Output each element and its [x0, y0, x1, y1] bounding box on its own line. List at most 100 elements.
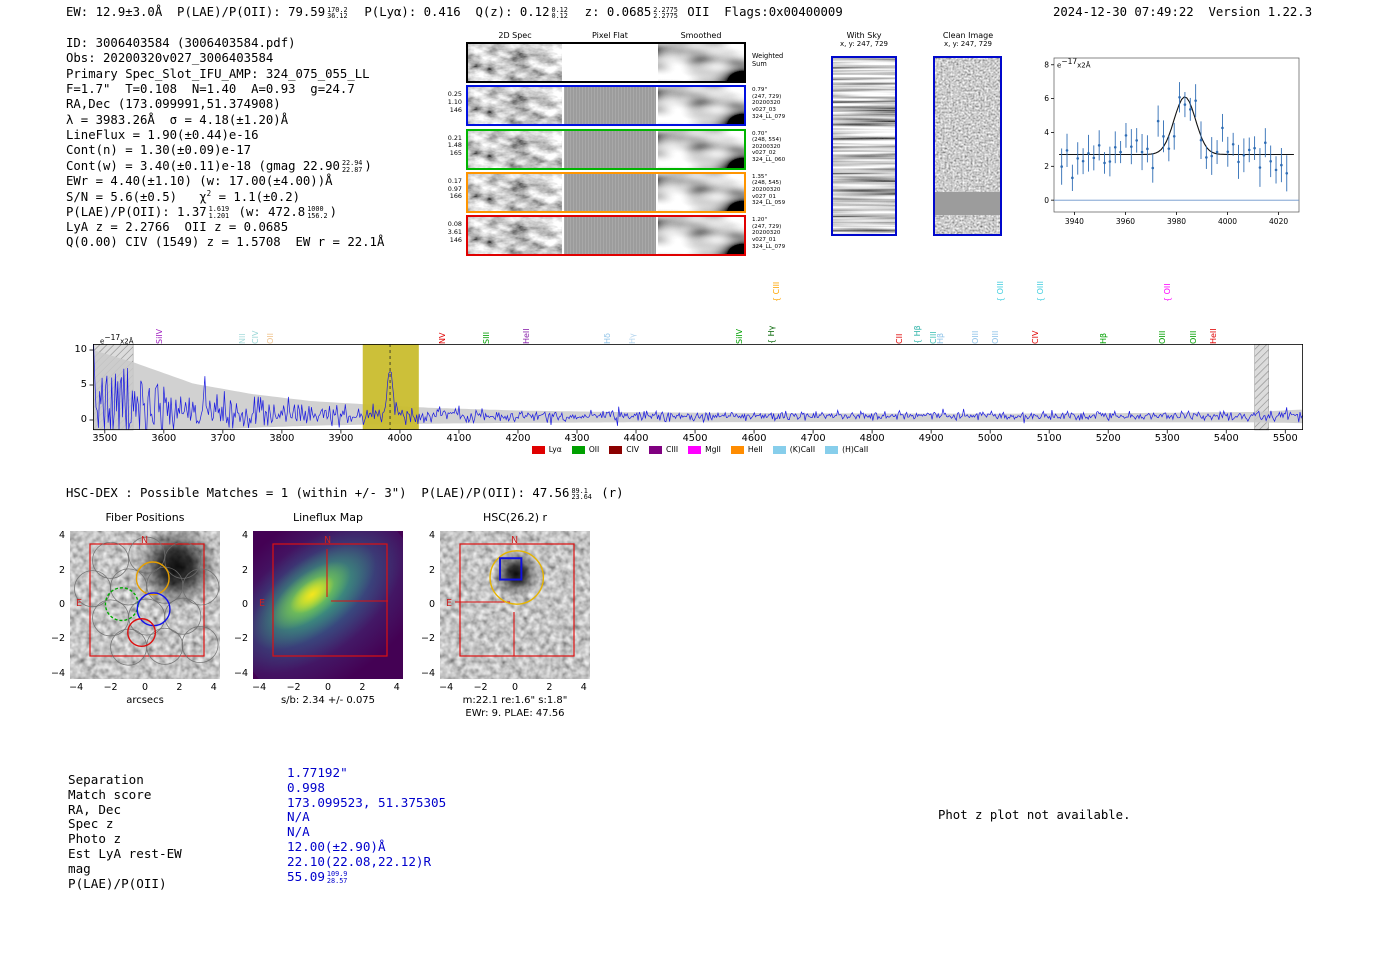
y-tick-label: 8 — [1044, 60, 1049, 69]
spec2d-2d-image — [468, 87, 562, 125]
spectrum-line-label: SIII — [482, 331, 492, 344]
noise-image — [468, 217, 562, 255]
meta-line: v027_01 — [752, 236, 776, 243]
spec2d-column-header: Smoothed — [680, 31, 722, 40]
spec2d-2d-image — [468, 130, 562, 168]
smoothed-image — [658, 87, 744, 125]
meta-line: 0.79" — [752, 87, 768, 94]
photz-note: Phot z plot not available. — [938, 808, 1131, 822]
spectrum-line-label: NII — [237, 333, 247, 344]
text-run: (r) — [593, 486, 624, 500]
data-point — [1081, 159, 1085, 163]
data-point — [1258, 166, 1262, 169]
text-run: 0.998 — [287, 779, 325, 795]
x-tick-label: 5200 — [1095, 433, 1121, 444]
legend-swatch — [772, 445, 786, 454]
text-run: OII Flags:0x00400009 — [679, 5, 843, 19]
y-tick-label: −2 — [50, 633, 65, 645]
text-run: P(Lyα): 0.416 Q(z): 0.12 — [349, 5, 550, 19]
spec2d-2d-image — [468, 44, 562, 81]
x-tick-label: 4300 — [564, 433, 590, 444]
text-run: 22.10(22.08,22.12)R — [287, 853, 432, 869]
x-tick-label: −2 — [103, 682, 118, 693]
x-tick-label: 5300 — [1154, 433, 1180, 444]
data-point — [1119, 150, 1122, 154]
x-tick-label: −4 — [252, 682, 267, 693]
match-field-value: 22.10(22.08,22.12)R — [287, 853, 446, 870]
text-run: = 1.1(±0.2) — [211, 190, 301, 205]
cutout-caption: s/b: 2.34 +/- 0.075 — [280, 695, 376, 706]
fiber-circle — [110, 628, 148, 666]
y-tick-label: 0 — [58, 599, 65, 610]
smoothed-image — [658, 130, 744, 168]
info-line: S/N = 5.6(±0.5) χ2 = 1.1(±0.2) — [66, 189, 384, 204]
x-tick-label: 2 — [546, 682, 553, 693]
data-point — [1253, 146, 1256, 150]
compass-north: N — [141, 535, 149, 546]
text-run: Primary Spec_Slot_IFU_AMP: 324_075_055_L… — [66, 66, 370, 81]
spec2d-row-stats: 0.25 1.10 146 — [428, 90, 462, 114]
match-field-value: N/A — [287, 824, 446, 840]
x-tick-label: 4500 — [682, 433, 708, 444]
text-run: F=1.7" T=0.108 N=1.40 A=0.93 g=24.7 — [66, 82, 355, 97]
y-tick-label: 10 — [74, 344, 87, 356]
stacked-fraction: 0.12 0.12 — [551, 6, 567, 20]
data-point — [1103, 161, 1106, 165]
fiber-circle — [182, 568, 220, 606]
text-run: LineFlux = 1.90(±0.44)e-16 — [66, 128, 259, 143]
meta-line: 324_LL_079 — [752, 113, 786, 120]
smoothed-image — [658, 44, 744, 81]
match-field-label: Photo z — [68, 831, 122, 847]
info-line: RA,Dec (173.099991,51.374908) — [66, 97, 384, 112]
selected-fiber-circle — [127, 618, 157, 647]
spectrum-line-label: SiIV — [155, 328, 165, 344]
meta-line: v027_03 — [752, 107, 776, 114]
fraction-lower: 1.201 — [208, 211, 230, 220]
spectrum-line-label: OIII — [991, 330, 1001, 344]
data-point — [1167, 147, 1171, 150]
noise-envelope — [93, 350, 1303, 430]
x-tick-label: 4000 — [387, 433, 413, 444]
noise-image — [658, 130, 744, 168]
meta-line: (248, 545) — [752, 180, 782, 187]
x-tick-label: 4900 — [918, 433, 944, 444]
x-tick-label: 5400 — [1213, 433, 1239, 444]
meta-line: 1.35" — [752, 173, 768, 180]
stacked-fraction: 89.1 23.64 — [571, 487, 591, 501]
y-tick-label: 2 — [241, 564, 248, 576]
meta-line: 1.20" — [752, 217, 768, 224]
spec2d-row-meta: 0.70" (248, 554) 20200320 v027_02 324_LL_060 — [752, 131, 802, 164]
pixel-flat-image — [564, 130, 656, 168]
cutout-caption: arcsecs — [126, 695, 164, 706]
data-point — [1135, 139, 1138, 142]
meta-line: 20200320 — [752, 143, 781, 150]
cutout-title: Lineflux Map — [292, 511, 364, 524]
text-run: (w: 472.8 — [231, 204, 306, 219]
data-point — [1274, 168, 1278, 172]
legend-swatch — [649, 445, 663, 454]
noise-image — [658, 173, 744, 211]
legend-item: MgII — [688, 445, 721, 454]
data-point — [1285, 172, 1289, 175]
text-run: ) — [364, 158, 372, 173]
info-line: Cont(n) = 1.30(±0.09)e-17 — [66, 143, 384, 158]
fraction-lower: 156.2 — [307, 211, 328, 220]
spec2d-row-stats: 0.08 3.61 146 — [428, 220, 462, 244]
data-point — [1199, 138, 1203, 142]
info-line: P(LAE)/P(OII): 1.37 1.619 1.201 (w: 472.8 1… — [66, 205, 384, 220]
legend-item: HeII — [730, 445, 763, 454]
y-tick-label: −4 — [50, 667, 65, 679]
match-field-value: 55.09 109.9 28.57 — [287, 869, 446, 885]
cutout-title: Fiber Positions — [105, 511, 185, 524]
text-run: HSC-DEX : Possible Matches = 1 (within +… — [66, 486, 570, 500]
spectrum-line-label: SiIV — [734, 328, 744, 344]
y-tick-label: 0 — [428, 599, 435, 610]
spectrum-line-label: CIV — [1031, 330, 1041, 344]
match-field-label: Separation — [68, 772, 144, 787]
spec2d-row — [466, 128, 746, 170]
y-tick-label: 0 — [241, 599, 248, 610]
fiber-circle — [181, 626, 219, 664]
match-field-value: 173.099523, 51.375305 — [287, 795, 446, 811]
noise-rect — [468, 130, 562, 168]
y-tick-label: 2 — [1044, 162, 1049, 171]
